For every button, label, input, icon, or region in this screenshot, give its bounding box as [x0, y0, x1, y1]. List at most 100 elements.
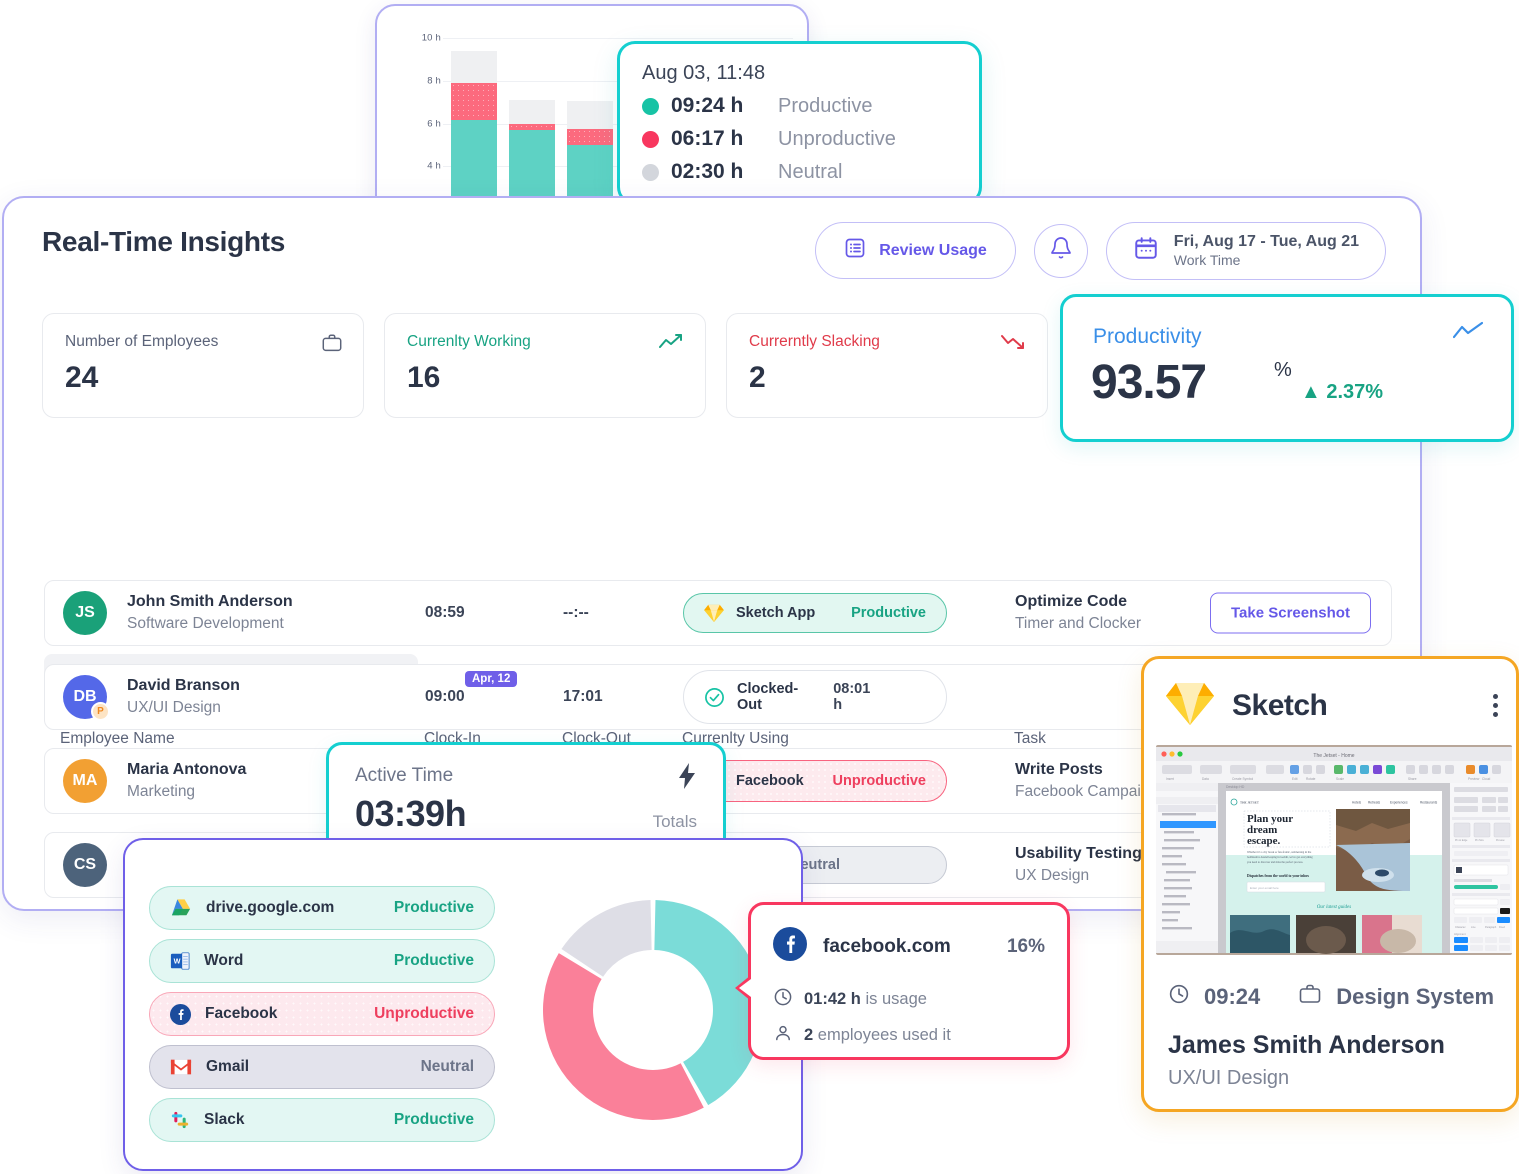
svg-text:Enter your email here: Enter your email here	[1250, 886, 1279, 890]
productivity-unit: %	[1274, 359, 1292, 381]
task-cell: Write Posts Facebook Campaign	[1015, 758, 1158, 804]
app-status: Productive	[393, 1111, 474, 1128]
currently-using-pill: Sketch App Productive	[683, 593, 947, 633]
take-screenshot-button[interactable]: Take Screenshot	[1210, 592, 1371, 634]
avatar: JS	[63, 591, 107, 635]
y-axis-tick: 10 h	[421, 32, 441, 44]
task-project: UX Design	[1015, 867, 1090, 885]
trend-down-icon	[1001, 332, 1027, 357]
tooltip-label: Productive	[778, 94, 873, 117]
app-usage-row[interactable]: W Word Productive	[149, 939, 495, 983]
employee-name-cell: David Branson UX/UI Design	[127, 674, 240, 720]
tooltip-beak	[735, 975, 751, 1001]
facebook-usage-line: 01:42 h is usage	[773, 987, 927, 1012]
table-row: JS John Smith Anderson Software Developmen…	[44, 580, 1392, 646]
avatar-badge: P	[91, 702, 110, 721]
using-status: Productive	[851, 605, 926, 621]
tooltip-color-dot	[642, 163, 659, 181]
app-status: Neutral	[420, 1058, 474, 1075]
employee-team: Marketing	[127, 783, 196, 801]
review-usage-button[interactable]: Review Usage	[815, 222, 1016, 280]
using-app-name: Clocked-Out	[737, 681, 799, 713]
date-range-picker[interactable]: Fri, Aug 17 - Tue, Aug 21 Work Time	[1105, 222, 1386, 280]
dashboard-toolbar: Review Usage Fri, Aug 17 - Tue, Aug 21 W…	[815, 222, 1386, 280]
svg-text:Cloud: Cloud	[1482, 777, 1491, 781]
tooltip-value: 02:30 h	[671, 160, 744, 183]
screenshot-root: 10 h8 h6 h4 h2 h0 h Aug 03, 11:48 09:24 …	[0, 0, 1519, 1174]
col-header-task: Task	[1014, 730, 1046, 747]
productivity-card: Productivity 93.57 % ▲ 2.37%	[1060, 294, 1514, 442]
y-axis-tick: 6 h	[427, 118, 441, 130]
svg-text:Alignment: Alignment	[1454, 932, 1466, 936]
sketch-project: Design System	[1336, 984, 1495, 1009]
app-name: Gmail	[206, 1058, 250, 1075]
app-usage-row[interactable]: Facebook Unproductive	[149, 992, 495, 1036]
productivity-delta: ▲ 2.37%	[1301, 381, 1384, 403]
employee-name: David Branson	[127, 677, 240, 695]
app-usage-row[interactable]: Slack Productive	[149, 1098, 495, 1142]
sketch-employee-name: James Smith Anderson	[1168, 1031, 1445, 1059]
sketch-icon	[1166, 681, 1214, 730]
check-circle-icon	[704, 687, 725, 708]
facebook-employees-suffix: employees used it	[817, 1026, 951, 1044]
tooltip-row: 09:24 h Productive	[642, 94, 957, 118]
task-project: Facebook Campaign	[1015, 783, 1159, 801]
app-usage-row[interactable]: drive.google.com Productive	[149, 886, 495, 930]
app-usage-row[interactable]: Gmail Neutral	[149, 1045, 495, 1089]
app-name: Facebook	[205, 1005, 278, 1022]
tooltip-row: 02:30 h Neutral	[642, 160, 957, 184]
sketch-screenshot: The Jetset - Home Insert Data Create Sym…	[1156, 745, 1512, 955]
svg-text:you need to discover and miss: you need to discover and miss the perfec…	[1247, 861, 1303, 864]
stat-value: 24	[65, 361, 99, 394]
sketch-time: 09:24	[1204, 984, 1261, 1009]
svg-text:Create Symbol: Create Symbol	[1232, 777, 1253, 781]
svg-text:Preview: Preview	[1496, 839, 1505, 842]
day-badge: Apr, 12	[465, 671, 518, 687]
slack-icon	[170, 1110, 190, 1130]
tooltip-value: 09:24 h	[671, 94, 744, 117]
svg-text:Pin to Edge: Pin to Edge	[1455, 839, 1468, 842]
gmail-icon	[170, 1058, 192, 1076]
svg-text:Restaurants: Restaurants	[1420, 801, 1438, 805]
clock-in-value: 08:59	[425, 604, 465, 621]
app-name: Word	[204, 952, 244, 969]
app-name: Slack	[204, 1111, 245, 1128]
sketch-app-title: Sketch	[1232, 688, 1328, 722]
tooltip-color-dot	[642, 97, 659, 115]
app-status: Productive	[393, 952, 474, 969]
svg-text:Retreats: Retreats	[1368, 801, 1380, 805]
sketch-employee-role: UX/UI Design	[1168, 1067, 1290, 1089]
employee-team: UX/UI Design	[127, 699, 221, 717]
tooltip-label: Unproductive	[778, 127, 896, 150]
app-name: drive.google.com	[206, 899, 335, 916]
y-axis-tick: 8 h	[427, 75, 441, 87]
trend-up-icon	[659, 332, 685, 357]
notifications-button[interactable]	[1033, 223, 1088, 278]
avatar: MA	[63, 759, 107, 803]
svg-text:W: W	[174, 957, 181, 966]
svg-text:THE JETSET: THE JETSET	[1240, 801, 1260, 805]
app-usage-donut-chart	[529, 886, 777, 1134]
bell-icon	[1049, 236, 1073, 265]
svg-text:The Jetset - Home: The Jetset - Home	[1313, 753, 1354, 759]
bar-segment-neutral	[451, 51, 497, 84]
bolt-icon	[677, 763, 697, 794]
donut-slice-unproductive[interactable]	[543, 953, 704, 1120]
more-options-icon[interactable]	[1493, 694, 1498, 717]
review-usage-label: Review Usage	[879, 241, 987, 259]
svg-text:Desktop HD: Desktop HD	[1226, 785, 1245, 789]
date-range-text: Fri, Aug 17 - Tue, Aug 21	[1173, 233, 1359, 250]
stat-card-group: Number of Employees 24 Currenlty Working 16…	[42, 313, 1048, 418]
svg-text:Insert: Insert	[1166, 777, 1174, 781]
task-cell: Usability Testing UX Design	[1015, 842, 1142, 888]
active-time-totals-label: Totals	[652, 812, 697, 831]
bar-segment-neutral	[509, 100, 555, 124]
clock-out-value: --:--	[563, 604, 589, 621]
svg-text:Paragraph: Paragraph	[1485, 926, 1497, 929]
employee-name-cell: Maria Antonova Marketing	[127, 758, 246, 804]
bar-segment-unproductive	[567, 129, 613, 146]
clock-icon	[1168, 983, 1190, 1011]
svg-text:Rotate: Rotate	[1306, 777, 1316, 781]
svg-text:Share: Share	[1408, 777, 1417, 781]
employee-name: Maria Antonova	[127, 761, 247, 779]
